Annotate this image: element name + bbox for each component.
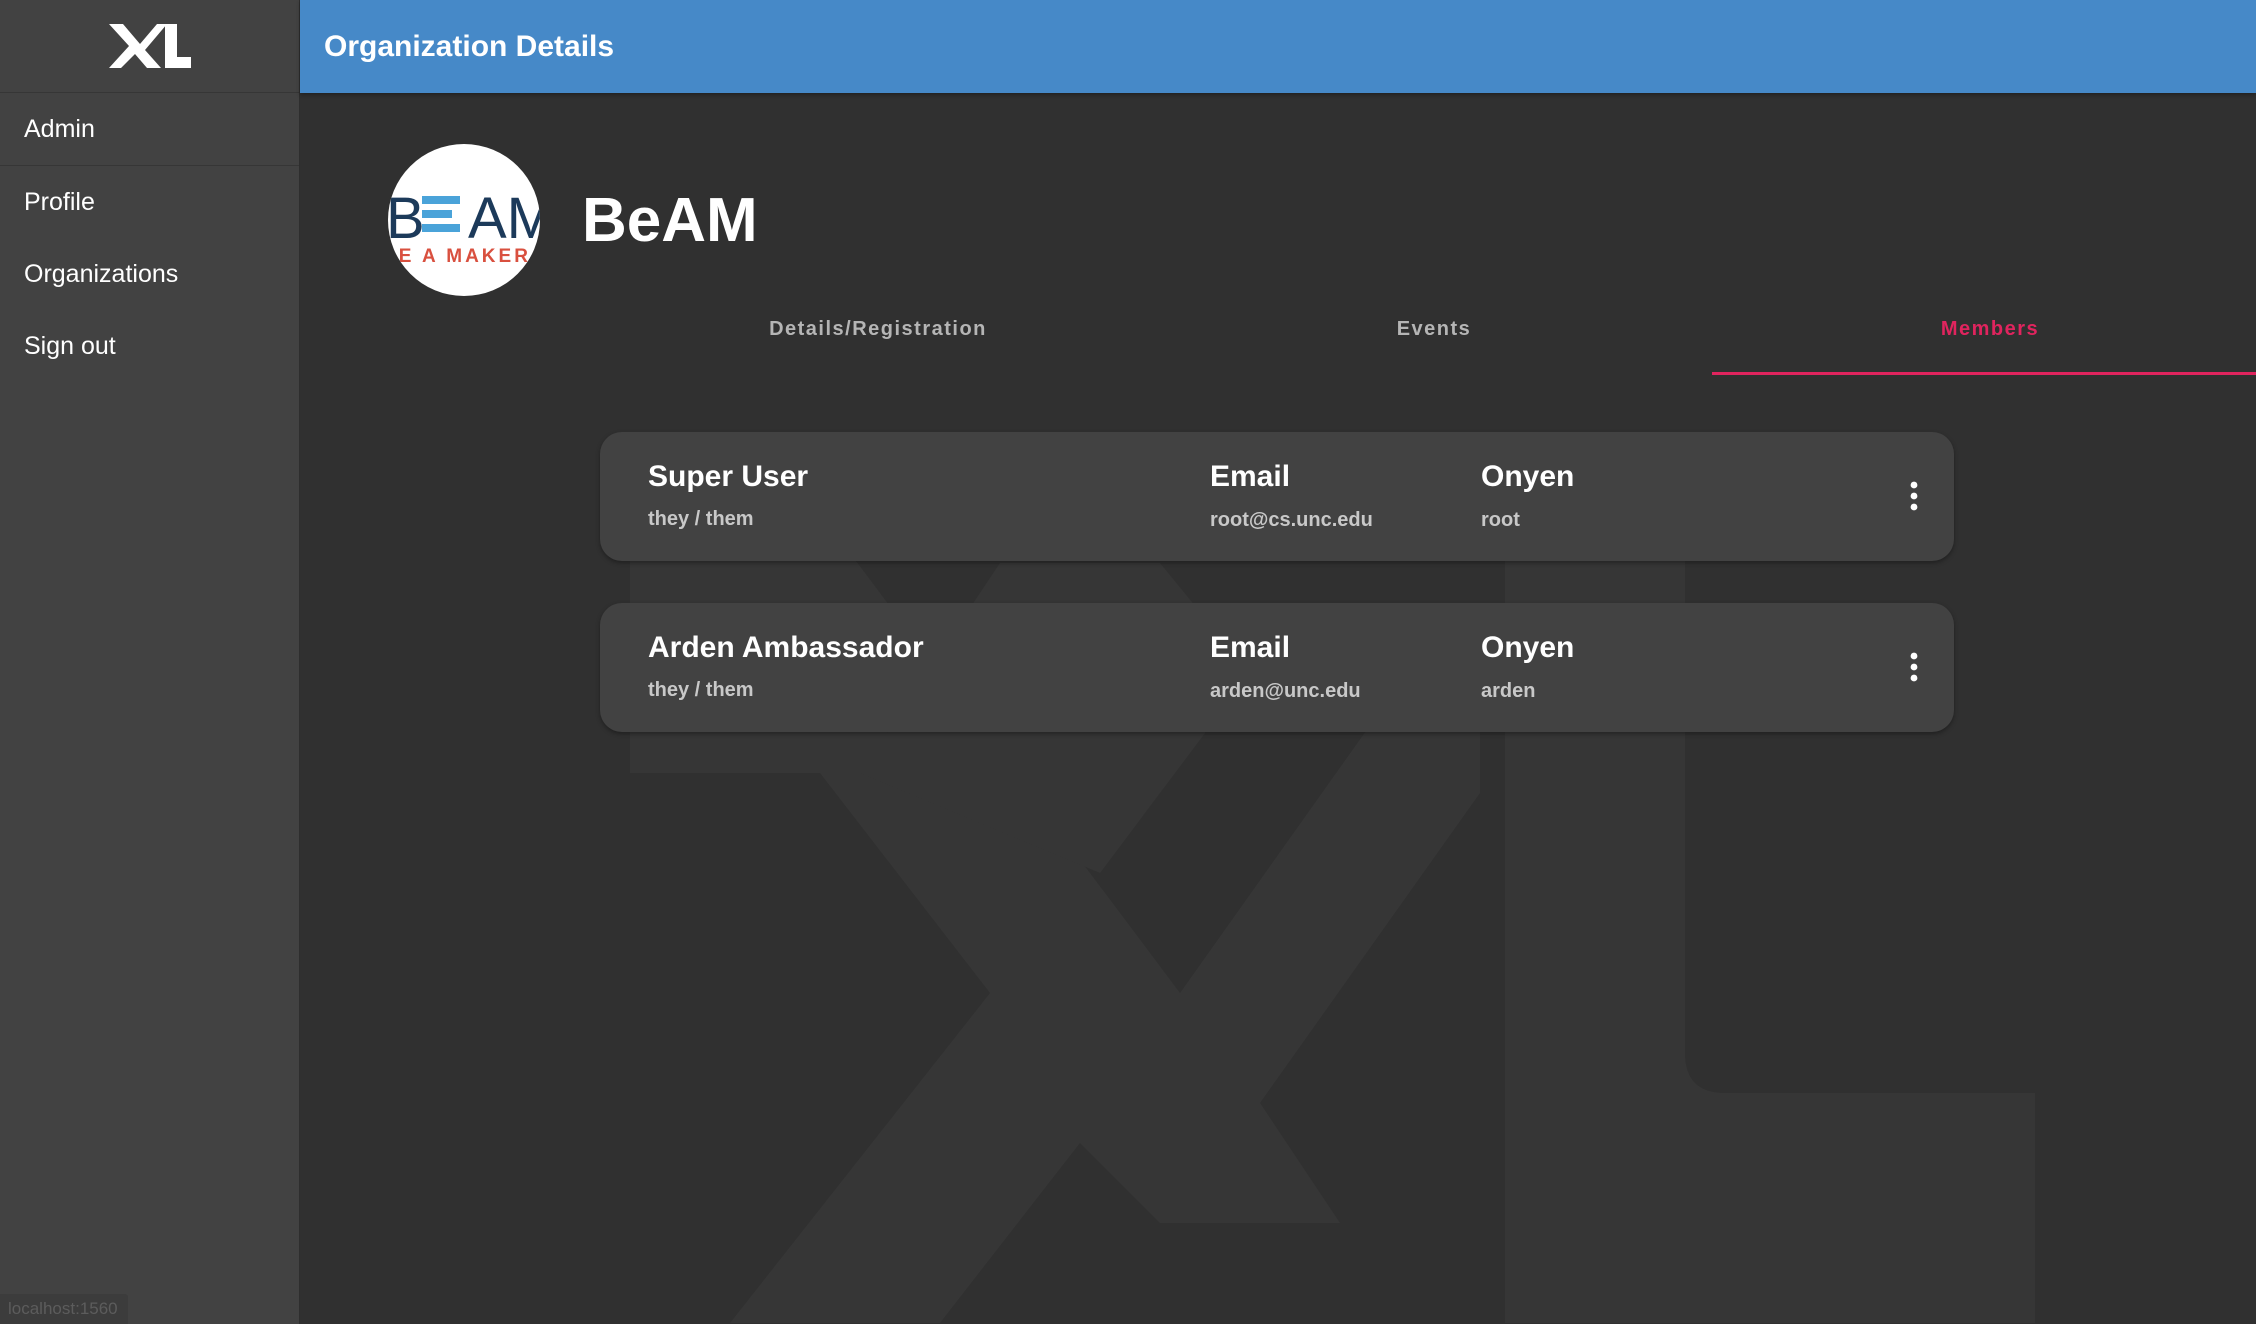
sidebar-item-label: Organizations: [24, 259, 179, 288]
member-email: arden@unc.edu: [1210, 680, 1361, 702]
beam-logo-icon: B AM BE A MAKER: [388, 186, 540, 267]
email-label: Email: [1210, 460, 1291, 493]
member-onyen: arden: [1481, 680, 1536, 702]
sidebar-item-organizations[interactable]: Organizations: [0, 238, 299, 310]
onyen-label: Onyen: [1481, 460, 1575, 493]
tab-label: Members: [1940, 317, 2040, 340]
sidebar-item-admin[interactable]: Admin: [0, 93, 299, 165]
sidebar-item-profile[interactable]: Profile: [0, 166, 299, 238]
tab-details-registration[interactable]: Details/Registration: [600, 283, 1156, 375]
tab-members[interactable]: Members: [1712, 283, 2256, 375]
tab-label: Events: [1396, 317, 1472, 340]
tab-label: Details/Registration: [769, 317, 987, 340]
app: Admin Profile Organizations Sign out loc…: [0, 0, 2256, 1324]
status-bar-url: localhost:1560: [0, 1294, 128, 1324]
member-name: Super User: [648, 460, 809, 493]
member-name: Arden Ambassador: [648, 631, 924, 664]
beam-logo-word: B: [388, 186, 425, 251]
more-vert-icon: [1910, 652, 1918, 682]
member-pronouns: they / them: [648, 508, 754, 530]
member-card: Arden Ambassador they / them Email arden…: [600, 603, 1954, 732]
xl-logo-icon: [108, 24, 191, 68]
page-title: Organization Details: [324, 29, 615, 63]
sidebar-item-label: Admin: [24, 114, 95, 143]
sidebar: Admin Profile Organizations Sign out loc…: [0, 0, 300, 1324]
member-menu-button[interactable]: [1900, 476, 1928, 516]
sidebar-logo[interactable]: [0, 0, 299, 93]
sidebar-item-sign-out[interactable]: Sign out: [0, 310, 299, 382]
sidebar-item-label: Profile: [24, 187, 95, 216]
member-list: Super User they / them Email root@cs.unc…: [600, 432, 1954, 774]
organization-name: BeAM: [582, 185, 758, 255]
email-label: Email: [1210, 631, 1291, 664]
tab-events[interactable]: Events: [1156, 283, 1712, 375]
member-card: Super User they / them Email root@cs.unc…: [600, 432, 1954, 561]
sidebar-item-label: Sign out: [24, 331, 116, 360]
organization-logo: B AM BE A MAKER: [388, 144, 540, 297]
member-email: root@cs.unc.edu: [1210, 509, 1373, 531]
tab-bar: Details/Registration Events Members: [600, 283, 2256, 375]
sidebar-nav: Admin Profile Organizations Sign out: [0, 93, 299, 382]
member-menu-button[interactable]: [1900, 647, 1928, 687]
member-onyen: root: [1481, 509, 1520, 531]
more-vert-icon: [1910, 481, 1918, 511]
member-pronouns: they / them: [648, 679, 754, 701]
beam-logo-tagline: BE A MAKER: [388, 246, 531, 267]
svg-text:AM: AM: [468, 186, 540, 251]
onyen-label: Onyen: [1481, 631, 1575, 664]
organization-header: B AM BE A MAKER BeAM: [388, 143, 758, 297]
main-content: B AM BE A MAKER BeAM Details/Registratio…: [300, 93, 2256, 1324]
top-app-bar: Organization Details: [300, 0, 2256, 93]
